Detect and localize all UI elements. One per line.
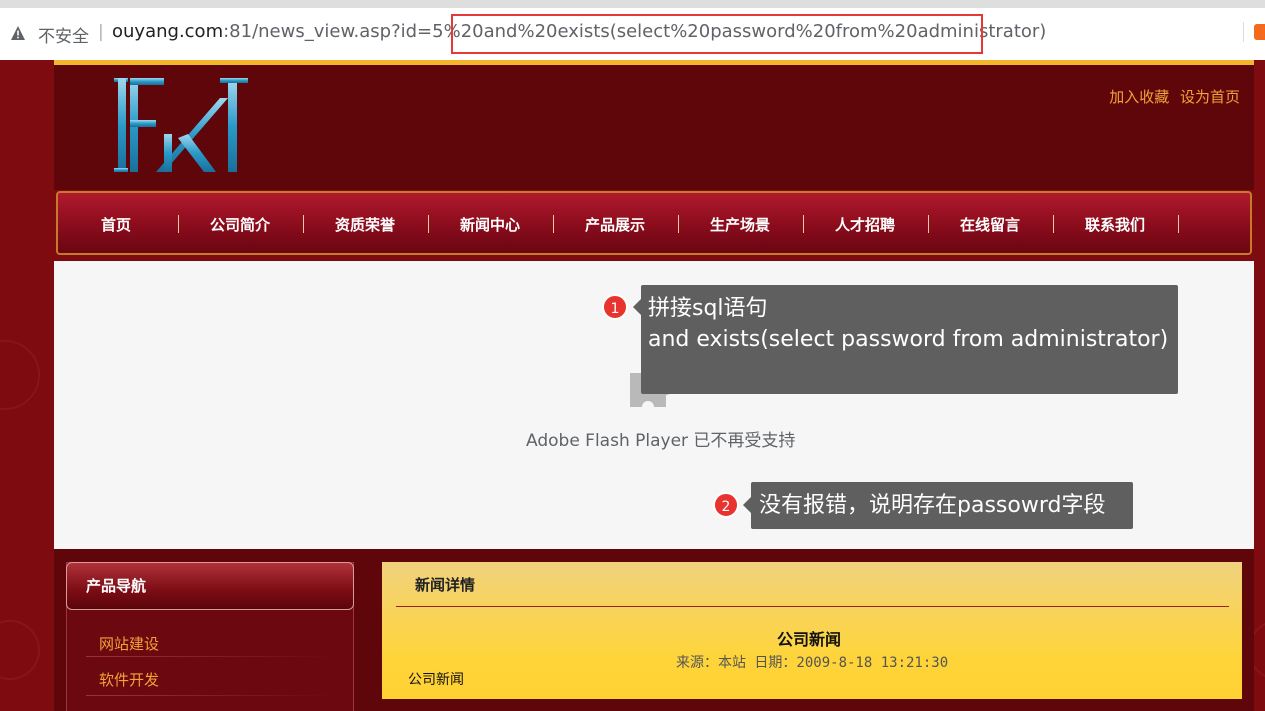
nav-separator xyxy=(678,215,679,233)
sidebar-item-web[interactable]: 网站建设 xyxy=(99,633,159,654)
nav-item-news[interactable]: 新闻中心 xyxy=(460,214,520,235)
background-ornament xyxy=(0,620,40,680)
nav-item-about[interactable]: 公司简介 xyxy=(210,214,270,235)
extension-icon[interactable] xyxy=(1254,24,1265,40)
url-host: ouyang.com xyxy=(112,21,224,42)
nav-separator xyxy=(1053,215,1054,233)
callout-pointer xyxy=(743,497,751,513)
security-label[interactable]: 不安全 xyxy=(38,22,89,47)
set-homepage-link[interactable]: 设为首页 xyxy=(1180,88,1240,106)
annotation-badge-1: 1 xyxy=(602,294,628,320)
toolbar-divider xyxy=(1243,22,1244,42)
callout-2-line-1: 没有报错，说明存在passowrd字段 xyxy=(759,493,1106,518)
sidebar-item-software[interactable]: 软件开发 xyxy=(99,669,159,690)
news-meta: 来源：本站 日期：2009-8-18 13:21:30 xyxy=(676,655,949,671)
site-logo[interactable] xyxy=(112,76,252,176)
callout-pointer xyxy=(633,299,641,315)
annotation-callout-1: 拼接sql语句 and exists(select password from … xyxy=(633,285,1178,394)
callout-1-line-1: 拼接sql语句 xyxy=(648,296,768,321)
sidebar-title: 产品导航 xyxy=(86,577,147,595)
callout-1-line-2: and exists(select password from administ… xyxy=(648,327,1169,352)
flash-unsupported-message: Adobe Flash Player 已不再受支持 xyxy=(526,431,796,451)
nav-item-contact[interactable]: 联系我们 xyxy=(1085,214,1145,235)
warning-icon[interactable] xyxy=(10,25,26,41)
nav-separator xyxy=(928,215,929,233)
section-divider xyxy=(396,606,1229,607)
nav-separator xyxy=(303,215,304,233)
annotation-badge-2: 2 xyxy=(713,492,739,518)
nav-item-home[interactable]: 首页 xyxy=(101,214,131,235)
nav-separator xyxy=(553,215,554,233)
nav-item-products[interactable]: 产品展示 xyxy=(585,214,645,235)
news-title: 公司新闻 xyxy=(777,630,842,649)
nav-separator xyxy=(428,215,429,233)
sidebar-divider xyxy=(86,656,336,657)
nav-separator xyxy=(178,215,179,233)
url-highlight-box xyxy=(451,14,983,54)
header-links: 加入收藏 设为首页 xyxy=(1103,86,1240,107)
browser-tab-strip xyxy=(0,0,1265,8)
browser-address-bar: 不安全 | ouyang.com:81/news_view.asp?id=5%2… xyxy=(0,0,1265,60)
nav-item-honors[interactable]: 资质荣誉 xyxy=(335,214,395,235)
nav-separator xyxy=(1178,215,1179,233)
nav-separator xyxy=(803,215,804,233)
nav-item-guestbook[interactable]: 在线留言 xyxy=(960,214,1020,235)
section-title: 新闻详情 xyxy=(415,576,476,594)
background-ornament xyxy=(0,340,40,410)
sidebar-divider xyxy=(86,695,336,696)
annotation-callout-2: 没有报错，说明存在passowrd字段 xyxy=(743,482,1133,529)
nav-item-production[interactable]: 生产场景 xyxy=(710,214,770,235)
add-favorite-link[interactable]: 加入收藏 xyxy=(1109,88,1169,106)
news-body: 公司新闻 xyxy=(408,672,464,688)
address-separator: | xyxy=(98,22,104,42)
nav-item-jobs[interactable]: 人才招聘 xyxy=(835,214,895,235)
